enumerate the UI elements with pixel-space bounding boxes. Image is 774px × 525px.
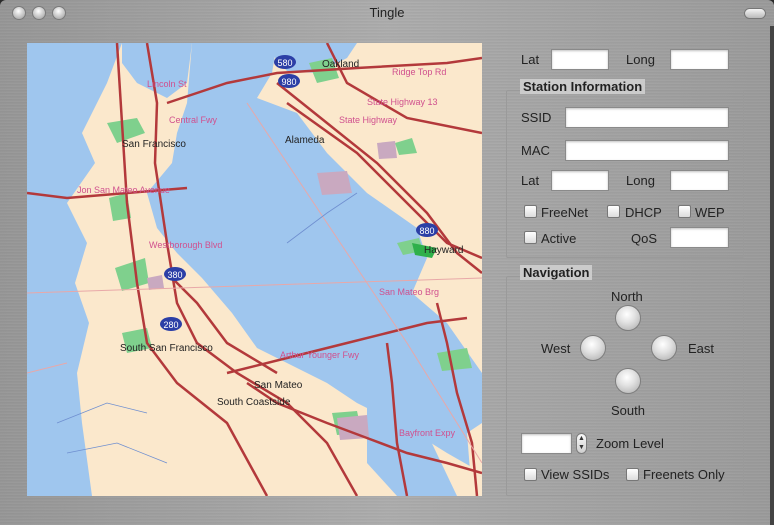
road-label: Bayfront Expy [399,428,456,438]
north-button[interactable] [615,305,641,331]
freenets-only-checkbox[interactable] [626,468,639,481]
road-label: Lincoln St [147,79,187,89]
window-title: Tingle [369,5,405,20]
south-label: South [611,403,645,418]
road-label: State Highway 13 [367,97,438,107]
east-label: East [688,341,715,356]
zoom-level-input[interactable] [521,433,572,454]
qos-label: QoS [631,231,658,246]
west-button[interactable] [580,335,606,361]
navigation-title: Navigation [516,265,596,280]
shield-label: 280 [163,320,178,330]
ssid-input[interactable] [565,107,729,128]
ssid-label: SSID [521,110,552,125]
toolbar-toggle-button[interactable] [744,8,766,19]
app-window: Tingle 580 980 880 380 280 Oakland San F… [0,0,774,525]
road-label: Westborough Blvd [149,240,222,250]
road-label: Arthur Younger Fwy [280,350,360,360]
station-long-input[interactable] [670,170,729,191]
view-ssids-label: View SSIDs [541,467,610,482]
place-label: San Mateo [254,380,303,391]
station-lat-input[interactable] [551,170,609,191]
lat-label: Lat [521,52,540,67]
road-label: Ridge Top Rd [392,67,446,77]
station-lat-label: Lat [521,173,540,188]
shield-label: 580 [277,58,292,68]
station-information-title: Station Information [516,79,649,94]
long-input[interactable] [670,49,729,70]
station-long-label: Long [626,173,655,188]
dhcp-label: DHCP [625,205,662,220]
freenets-only-label: Freenets Only [643,467,725,482]
east-button[interactable] [651,335,677,361]
shield-label: 880 [419,226,434,236]
place-label: South Coastside [217,397,291,408]
west-label: West [541,341,571,356]
place-label: Alameda [285,135,325,146]
view-ssids-checkbox[interactable] [524,468,537,481]
lat-input[interactable] [551,49,609,70]
dhcp-checkbox[interactable] [607,205,620,218]
zoom-level-label: Zoom Level [596,436,664,451]
qos-input[interactable] [670,227,729,248]
mac-input[interactable] [565,140,729,161]
wep-label: WEP [695,205,725,220]
long-label: Long [626,52,655,67]
place-label: Oakland [322,59,359,70]
place-label: South San Francisco [120,343,213,354]
south-button[interactable] [615,368,641,394]
active-label: Active [541,231,577,246]
wep-checkbox[interactable] [678,205,691,218]
road-label: San Mateo Brg [379,287,439,297]
shield-label: 980 [281,77,296,87]
title-bar[interactable]: Tingle [0,0,774,26]
mac-label: MAC [521,143,550,158]
road-label: Central Fwy [169,115,218,125]
road-label: Jon San Mateo Avenue [77,185,170,195]
road-label: State Highway [339,115,398,125]
freenet-checkbox[interactable] [524,205,537,218]
map-view[interactable]: 580 980 880 380 280 Oakland San Francisc… [27,43,482,496]
map-canvas: 580 980 880 380 280 Oakland San Francisc… [27,43,482,496]
background-window-edge [770,26,774,525]
shield-label: 380 [167,270,182,280]
place-label: San Francisco [122,139,186,150]
place-label: Hayward [424,245,463,256]
zoom-stepper[interactable]: ▲ ▼ [576,433,587,454]
active-checkbox[interactable] [524,231,537,244]
north-label: North [611,289,643,304]
freenet-label: FreeNet [541,205,588,220]
